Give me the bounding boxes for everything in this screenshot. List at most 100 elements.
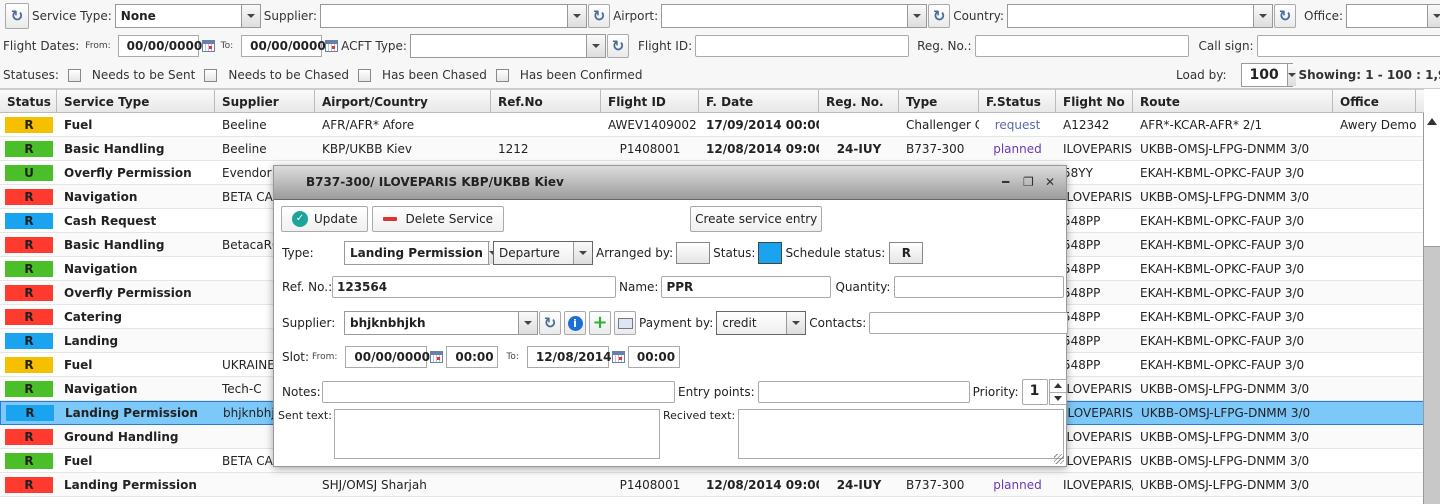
checkbox-needs-to-be-chased[interactable] <box>204 68 218 82</box>
flight-id-input[interactable] <box>695 35 910 57</box>
office-select[interactable] <box>1346 4 1440 28</box>
status-badge: R <box>5 140 53 157</box>
add-supplier-button[interactable]: + <box>589 311 611 335</box>
supplier-refresh-button[interactable]: ↻ <box>588 4 611 28</box>
update-button[interactable]: ✓ Update <box>281 206 369 232</box>
slot-row: Slot: From: 00/00/0000 00:00 To: 12/08/2… <box>282 346 680 368</box>
contact-card-button[interactable] <box>614 311 636 335</box>
contacts-label: Contacts: <box>809 316 867 330</box>
column-header-f-status[interactable]: F.Status <box>979 90 1056 112</box>
column-header-supplier[interactable]: Supplier <box>215 90 315 112</box>
column-header-flight-no[interactable]: Flight No <box>1056 90 1133 112</box>
cell-status: R <box>0 476 57 493</box>
quantity-input[interactable] <box>894 276 1065 298</box>
column-header-flight-id[interactable]: Flight ID <box>601 90 699 112</box>
close-icon[interactable]: ✕ <box>1045 175 1055 189</box>
checkbox-has-been-confirmed[interactable] <box>495 68 509 82</box>
stepper-up-icon[interactable] <box>1049 380 1066 393</box>
cell-supplier: Beeline <box>222 117 267 132</box>
pagination: Load by: 100 Showing: 1 - 100 : 1,960 <box>1173 62 1440 88</box>
sent-text-area[interactable] <box>334 409 660 459</box>
minimize-icon[interactable]: ━ <box>1002 175 1009 189</box>
call-sign-input[interactable] <box>1256 35 1440 57</box>
column-header-f-date[interactable]: F. Date <box>699 90 819 112</box>
from-date-input[interactable]: 00/00/0000 <box>117 35 202 57</box>
schedule-status-button[interactable]: R <box>889 242 924 264</box>
cell-status: R <box>0 356 57 373</box>
chevron-down-icon <box>518 312 537 334</box>
restore-icon[interactable]: ❐ <box>1023 175 1034 189</box>
table-row[interactable]: R Landing Permission SHJ/OMSJ Sharjah P1408… <box>0 473 1424 497</box>
supplier-refresh-button[interactable]: ↻ <box>539 311 561 335</box>
resize-grip-icon[interactable] <box>1054 454 1064 464</box>
scroll-up-icon[interactable] <box>1427 118 1437 125</box>
to-date-input[interactable]: 00/00/0000 <box>241 35 326 57</box>
scrollbar-thumb[interactable] <box>1424 113 1440 247</box>
checkbox-needs-to-be-sent[interactable] <box>67 68 81 82</box>
load-by-select[interactable]: 100 <box>1240 63 1296 87</box>
status-badge: R <box>5 188 53 205</box>
cell-type: Challenger C <box>906 117 979 132</box>
ref-no-input[interactable]: 123564 <box>332 276 616 298</box>
status-label: Status: <box>713 246 756 260</box>
acft-refresh-button[interactable]: ↻ <box>606 34 629 58</box>
direction-select[interactable]: Departure <box>493 241 593 265</box>
slot-from-time-input[interactable]: 00:00 <box>446 346 499 368</box>
column-header-office[interactable]: Office <box>1333 90 1416 112</box>
column-header-reg-no[interactable]: Reg. No. <box>819 90 899 112</box>
country-refresh-button[interactable]: ↻ <box>1274 4 1297 28</box>
notes-input[interactable] <box>322 381 675 403</box>
cell-airport-country: KBP/UKBB Kiev <box>322 141 412 156</box>
slot-to-date-input[interactable]: 12/08/2014 <box>526 346 611 368</box>
column-header-ref-no[interactable]: Ref.No <box>491 90 601 112</box>
priority-stepper[interactable] <box>1048 379 1067 405</box>
column-header-route[interactable]: Route <box>1133 90 1333 112</box>
status-option-label: Has been Confirmed <box>519 68 643 82</box>
type-select[interactable]: Landing Permission <box>344 241 497 265</box>
cell-type: B737-300 <box>906 477 965 492</box>
airport-refresh-button[interactable]: ↻ <box>928 4 951 28</box>
reg-no-input[interactable] <box>974 35 1189 57</box>
grid-scrollbar[interactable] <box>1423 113 1440 504</box>
status-color-button[interactable] <box>758 242 783 264</box>
table-row[interactable]: R Basic Handling Beeline KBP/UKBB Kiev 1212 P… <box>0 137 1424 161</box>
supplier-info-button[interactable]: i <box>564 311 586 335</box>
calendar-icon[interactable] <box>611 351 625 363</box>
entry-points-input[interactable] <box>757 381 970 403</box>
name-label: Name: <box>619 280 659 294</box>
received-text-area[interactable] <box>738 409 1064 459</box>
column-header-airport-country[interactable]: Airport/Country <box>315 90 491 112</box>
dialog-titlebar[interactable]: B737-300/ ILOVEPARIS KBP/UKBB Kiev ━ ❐ ✕ <box>274 166 1066 200</box>
column-header-service-type[interactable]: Service Type <box>57 90 215 112</box>
calendar-icon[interactable] <box>430 351 444 363</box>
supplier-select[interactable] <box>320 4 588 28</box>
payment-by-select[interactable]: credit <box>716 311 807 335</box>
stepper-down-icon[interactable] <box>1050 393 1066 405</box>
service-type-select[interactable]: None <box>114 4 261 28</box>
column-header-status[interactable]: Status <box>0 90 57 112</box>
cell-route: EKAH-KBML-OPKC-FAUP 3/0 <box>1140 213 1305 228</box>
cell-route: EKAH-KBML-OPKC-FAUP 3/0 <box>1140 165 1305 180</box>
cell-status: R <box>0 332 57 349</box>
supplier-select[interactable]: bhjknbhjkh <box>344 311 538 335</box>
refresh-all-button[interactable]: ↻ <box>5 3 29 29</box>
slot-to-time-input[interactable]: 00:00 <box>627 346 680 368</box>
country-select[interactable] <box>1007 4 1274 28</box>
cell-flight-no: 548PP <box>1063 237 1101 252</box>
airport-select[interactable] <box>661 4 928 28</box>
table-row[interactable]: R Fuel Beeline AFR/AFR* Afore AWEV1409002 17/… <box>0 113 1424 137</box>
acft-type-select[interactable] <box>409 34 606 58</box>
contacts-input[interactable] <box>869 312 1069 334</box>
delete-service-button[interactable]: Delete Service <box>372 206 505 232</box>
arranged-by-button[interactable] <box>676 242 711 264</box>
column-header-type[interactable]: Type <box>899 90 979 112</box>
grid-header: Status Service Type Supplier Airport/Countr… <box>0 89 1424 113</box>
name-input[interactable]: PPR <box>661 276 832 298</box>
checkbox-has-been-chased[interactable] <box>358 68 372 82</box>
cell-service-type: Overfly Permission <box>64 165 192 180</box>
calendar-icon[interactable] <box>201 40 215 52</box>
priority-input[interactable]: 1 <box>1021 379 1048 405</box>
calendar-icon[interactable] <box>325 40 339 52</box>
create-service-entry-button[interactable]: Create service entry <box>690 206 823 232</box>
slot-from-date-input[interactable]: 00/00/0000 <box>345 346 430 368</box>
